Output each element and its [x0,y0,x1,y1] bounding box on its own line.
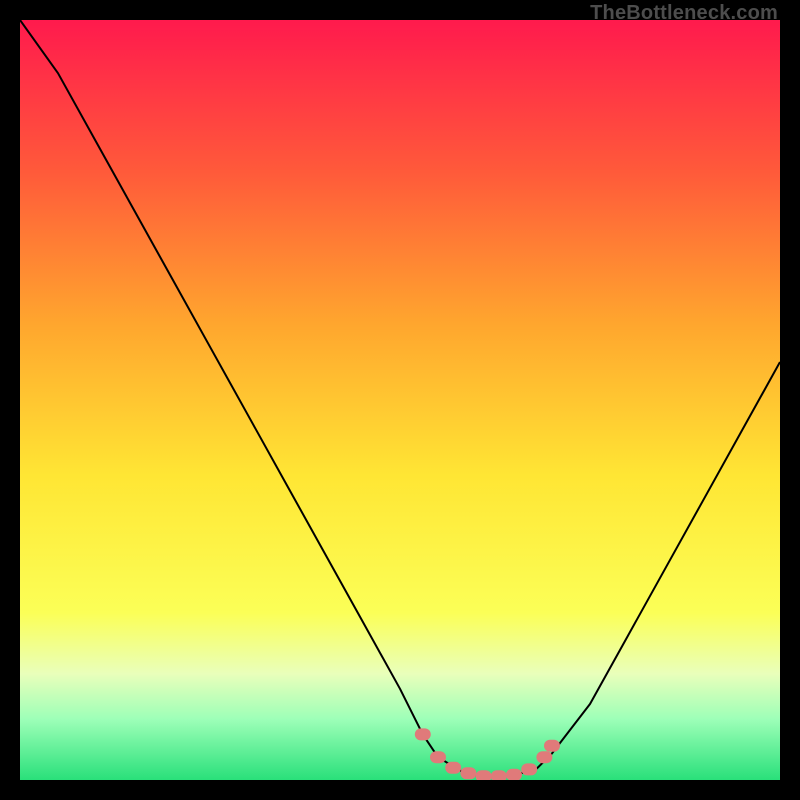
marker-dot [521,763,537,775]
marker-dot [544,740,560,752]
marker-dot [415,728,431,740]
marker-dot [445,762,461,774]
marker-dot [536,751,552,763]
marker-dot [430,751,446,763]
chart-svg [20,20,780,780]
plot-area [20,20,780,780]
marker-dot [460,767,476,779]
marker-dot [506,769,522,780]
chart-frame: TheBottleneck.com [0,0,800,800]
marker-dot [491,770,507,780]
marker-dot [476,770,492,780]
gradient-background [20,20,780,780]
